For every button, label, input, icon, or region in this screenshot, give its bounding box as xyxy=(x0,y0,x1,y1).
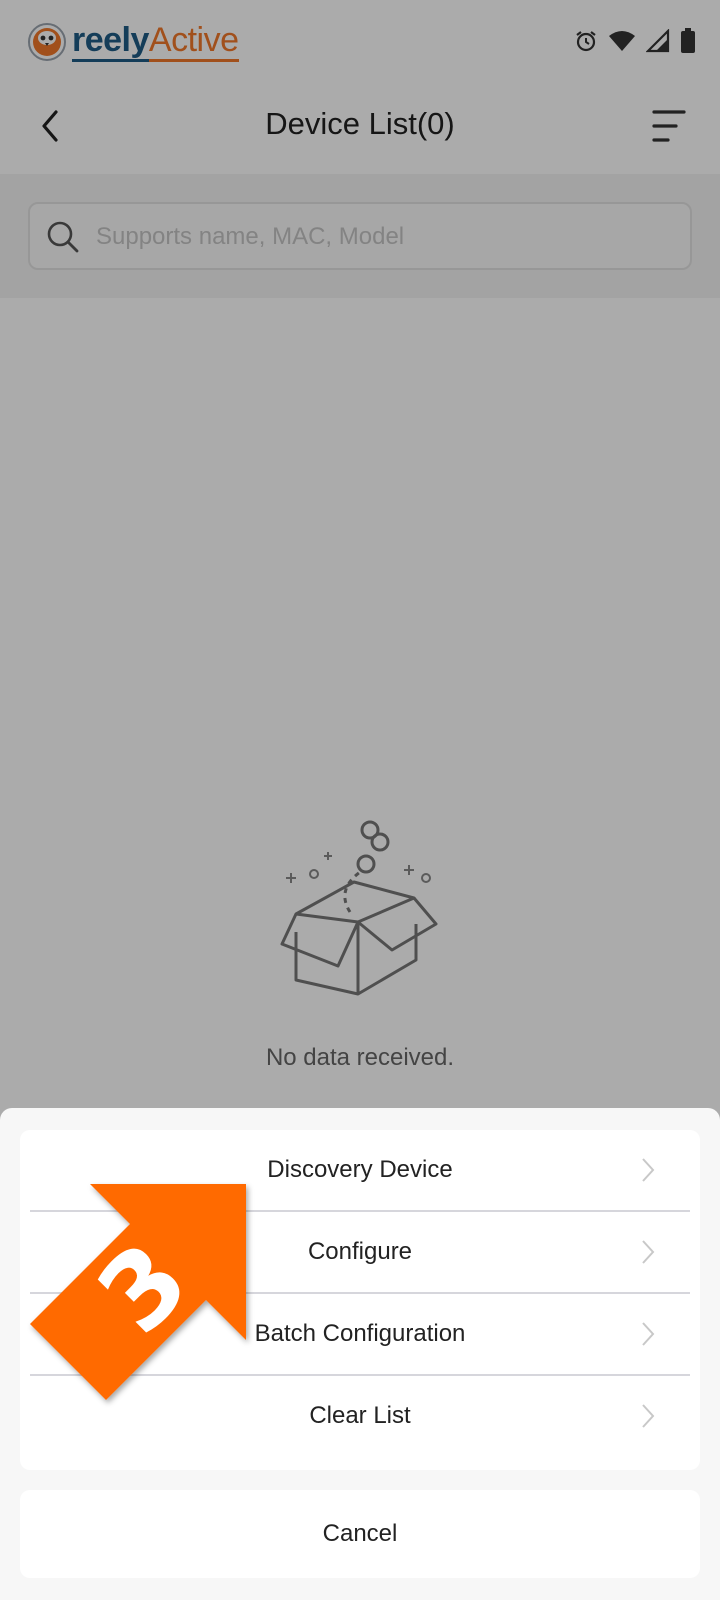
menu-item-label: Discovery Device xyxy=(267,1156,453,1183)
cancel-label: Cancel xyxy=(322,1520,398,1547)
chevron-right-icon xyxy=(642,1322,655,1346)
cancel-button[interactable]: Cancel xyxy=(20,1490,700,1578)
chevron-right-icon xyxy=(642,1158,655,1182)
step-arrow-annotation: 3 xyxy=(26,1180,256,1415)
menu-item-label: Batch Configuration xyxy=(254,1320,466,1347)
chevron-right-icon xyxy=(642,1404,655,1428)
device-list-screen: reelyActive Device List(0) Supports name… xyxy=(0,0,720,1600)
menu-item-label: Configure xyxy=(307,1238,413,1265)
menu-item-label: Clear List xyxy=(309,1402,411,1429)
chevron-right-icon xyxy=(642,1240,655,1264)
